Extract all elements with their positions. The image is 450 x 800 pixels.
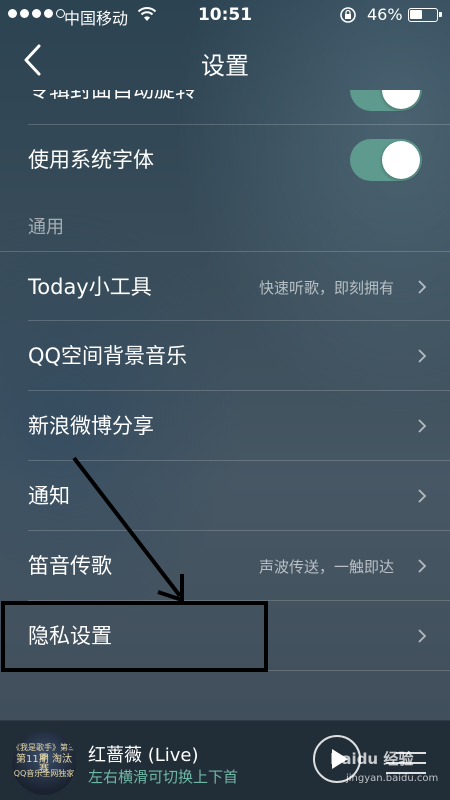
navigation-bar: 设置 [0, 30, 450, 90]
chevron-right-icon [418, 349, 427, 363]
cover-text-line: QQ音乐全网独家 [13, 769, 75, 778]
row-label: 专辑封面自动旋转 [28, 90, 196, 102]
settings-row-weibo-share[interactable]: 新浪微博分享 [0, 391, 450, 461]
swipe-hint: 左右横滑可切换上下首 [88, 768, 239, 786]
album-rotate-toggle[interactable] [350, 90, 422, 111]
chevron-right-icon [418, 629, 427, 643]
row-detail: 快速听歌，即刻拥有 [258, 279, 394, 297]
now-playing-title: 红蔷薇 (Live) [88, 745, 199, 766]
settings-row-ultrasonic-share[interactable]: 笛音传歌 声波传送，一触即达 [0, 531, 450, 601]
row-label: 通知 [28, 484, 70, 508]
row-label: 使用系统字体 [28, 148, 154, 172]
annotation-highlight-box [1, 601, 268, 672]
chevron-right-icon [418, 489, 427, 503]
chevron-right-icon [418, 559, 427, 573]
album-cover[interactable]: 《我是歌手》第三季 第11期 淘汰赛 QQ音乐全网独家 [12, 731, 76, 795]
settings-row-album-rotate[interactable]: 专辑封面自动旋转 [0, 90, 450, 125]
status-bar: 中国移动 10:51 46% [0, 0, 450, 30]
page-title: 设置 [201, 52, 249, 80]
chevron-right-icon [418, 280, 427, 294]
section-header-general: 通用 [28, 217, 64, 238]
row-label: 新浪微博分享 [28, 414, 154, 438]
watermark-url: jingyan.baidu.com [346, 773, 439, 784]
battery-percent: 46% [367, 5, 403, 24]
system-font-toggle[interactable] [350, 139, 422, 181]
settings-row-system-font: 使用系统字体 [0, 125, 450, 195]
battery-icon [408, 8, 442, 22]
settings-row-notifications[interactable]: 通知 [0, 461, 450, 531]
row-label: 笛音传歌 [28, 554, 112, 578]
row-label: QQ空间背景音乐 [28, 344, 188, 368]
chevron-right-icon [418, 419, 427, 433]
row-label: Today小工具 [28, 275, 152, 299]
baidu-jingyan-watermark: Baidu 经验 [330, 750, 414, 768]
settings-row-today-widget[interactable]: Today小工具 快速听歌，即刻拥有 [0, 251, 450, 321]
rotation-lock-icon [340, 7, 356, 23]
settings-row-qzone-music[interactable]: QQ空间背景音乐 [0, 321, 450, 391]
row-detail: 声波传送，一触即达 [258, 558, 394, 576]
